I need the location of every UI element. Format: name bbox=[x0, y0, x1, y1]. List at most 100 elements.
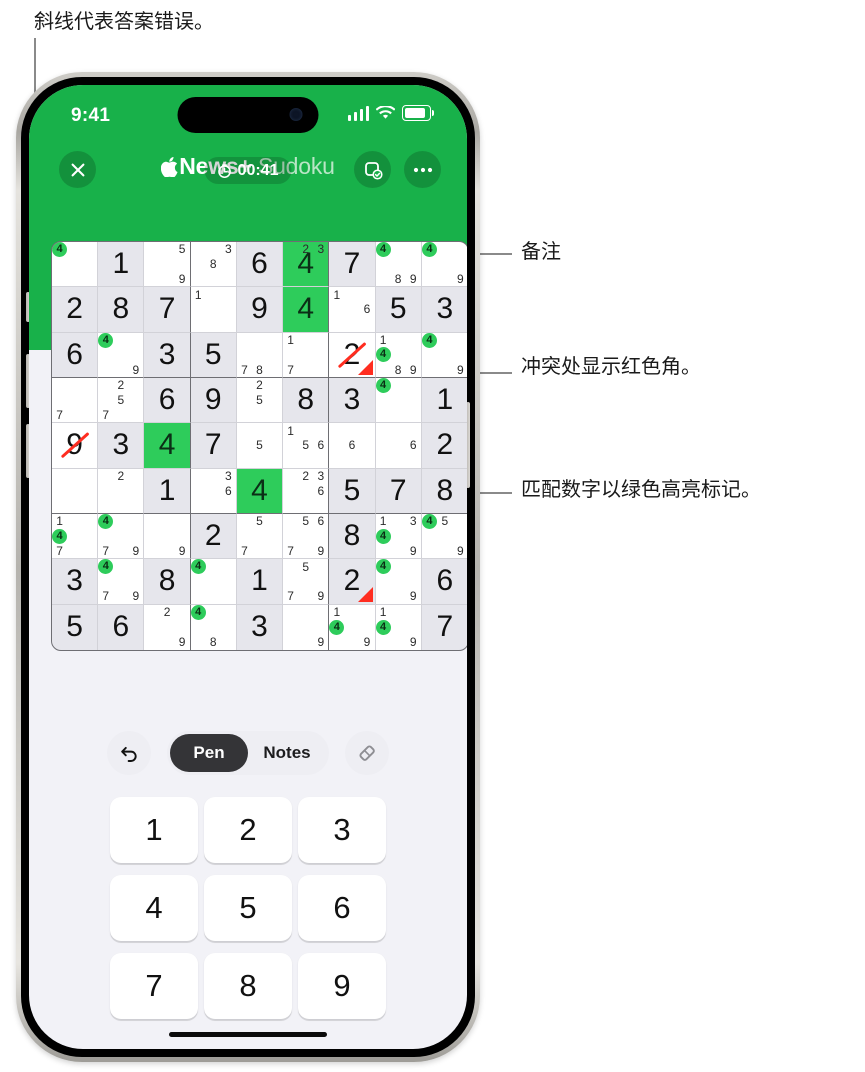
keypad-key-8[interactable]: 8 bbox=[204, 953, 292, 1019]
sudoku-cell-r3c6[interactable]: 17 bbox=[283, 332, 330, 378]
sudoku-cell-r3c1[interactable]: 6 bbox=[52, 332, 99, 378]
tab-notes[interactable]: Notes bbox=[248, 734, 326, 772]
sudoku-cell-r2c2[interactable]: 8 bbox=[98, 287, 145, 333]
sudoku-cell-r5c6[interactable]: 156 bbox=[283, 423, 330, 469]
sudoku-cell-r1c5[interactable]: 6 bbox=[236, 242, 284, 288]
sudoku-cell-r9c9[interactable]: 7 bbox=[421, 604, 467, 650]
sudoku-cell-r1c9[interactable]: 49 bbox=[421, 242, 467, 288]
sudoku-cell-r8c8[interactable]: 49 bbox=[375, 559, 422, 605]
home-indicator[interactable] bbox=[169, 1032, 327, 1037]
sudoku-cell-r6c1[interactable] bbox=[52, 468, 99, 514]
sudoku-cell-r2c9[interactable]: 3 bbox=[421, 287, 467, 333]
sudoku-cell-r2c1[interactable]: 2 bbox=[52, 287, 99, 333]
timer-pill[interactable]: 00:41 bbox=[204, 157, 292, 184]
sudoku-cell-r6c3[interactable]: 1 bbox=[144, 468, 191, 514]
sudoku-cell-r6c7[interactable]: 5 bbox=[329, 468, 376, 514]
sudoku-cell-r7c5[interactable]: 57 bbox=[236, 513, 284, 560]
sudoku-cell-r9c3[interactable]: 29 bbox=[144, 604, 191, 650]
sudoku-cell-r1c8[interactable]: 489 bbox=[375, 242, 422, 288]
more-options-icon[interactable] bbox=[404, 151, 441, 188]
tab-pen[interactable]: Pen bbox=[170, 734, 248, 772]
sudoku-cell-r7c4[interactable]: 2 bbox=[190, 513, 237, 560]
sudoku-cell-r9c1[interactable]: 5 bbox=[52, 604, 99, 650]
undo-arrow-icon[interactable] bbox=[107, 731, 151, 775]
eraser-icon[interactable] bbox=[345, 731, 389, 775]
sudoku-cell-r1c3[interactable]: 59 bbox=[144, 242, 191, 288]
sudoku-cell-r3c4[interactable]: 5 bbox=[190, 332, 237, 378]
keypad-key-7[interactable]: 7 bbox=[110, 953, 198, 1019]
sudoku-cell-r8c4[interactable]: 4 bbox=[190, 559, 237, 605]
sudoku-cell-r7c1[interactable]: 147 bbox=[52, 513, 99, 560]
sudoku-cell-r5c8[interactable]: 6 bbox=[375, 423, 422, 469]
save-puzzle-icon[interactable] bbox=[354, 151, 391, 188]
sudoku-cell-r5c9[interactable]: 2 bbox=[421, 423, 467, 469]
sudoku-cell-r2c7[interactable]: 16 bbox=[329, 287, 376, 333]
sudoku-cell-r9c4[interactable]: 48 bbox=[190, 604, 237, 650]
keypad-key-1[interactable]: 1 bbox=[110, 797, 198, 863]
sudoku-cell-r7c2[interactable]: 4 7 9 bbox=[98, 513, 145, 560]
sudoku-cell-r8c9[interactable]: 6 bbox=[421, 559, 467, 605]
sudoku-cell-r5c2[interactable]: 3 bbox=[98, 423, 145, 469]
sudoku-cell-r8c6[interactable]: 57 9 bbox=[283, 559, 330, 605]
sudoku-cell-r4c5[interactable]: 25 bbox=[236, 377, 284, 424]
sudoku-cell-r9c6[interactable]: 9 bbox=[283, 604, 330, 650]
sudoku-cell-r2c3[interactable]: 7 bbox=[144, 287, 191, 333]
sudoku-cell-r8c2[interactable]: 4 7 9 bbox=[98, 559, 145, 605]
keypad-key-3[interactable]: 3 bbox=[298, 797, 386, 863]
sudoku-cell-r3c3[interactable]: 3 bbox=[144, 332, 191, 378]
sudoku-board[interactable]: 4159386234748949287194165364935781721489… bbox=[51, 241, 467, 651]
sudoku-cell-r5c3[interactable]: 4 bbox=[144, 423, 191, 469]
sudoku-cell-r6c8[interactable]: 7 bbox=[375, 468, 422, 514]
sudoku-cell-r2c5[interactable]: 9 bbox=[236, 287, 284, 333]
keypad-key-6[interactable]: 6 bbox=[298, 875, 386, 941]
sudoku-cell-r9c8[interactable]: 14 9 bbox=[375, 604, 422, 650]
sudoku-cell-r3c7[interactable]: 2 bbox=[329, 332, 376, 378]
input-mode-segmented-control[interactable]: Pen Notes bbox=[167, 731, 329, 775]
sudoku-cell-r2c6[interactable]: 4 bbox=[283, 287, 330, 333]
sudoku-cell-r3c5[interactable]: 78 bbox=[236, 332, 284, 378]
sudoku-cell-r4c8[interactable]: 4 bbox=[375, 377, 422, 424]
keypad-key-5[interactable]: 5 bbox=[204, 875, 292, 941]
sudoku-cell-r8c3[interactable]: 8 bbox=[144, 559, 191, 605]
sudoku-cell-r4c7[interactable]: 3 bbox=[329, 377, 376, 424]
keypad-key-9[interactable]: 9 bbox=[298, 953, 386, 1019]
sudoku-cell-r4c3[interactable]: 6 bbox=[144, 377, 191, 424]
sudoku-cell-r1c6[interactable]: 234 bbox=[283, 242, 330, 288]
sudoku-cell-r4c6[interactable]: 8 bbox=[283, 377, 330, 424]
sudoku-cell-r9c5[interactable]: 3 bbox=[236, 604, 284, 650]
sudoku-cell-r9c2[interactable]: 6 bbox=[98, 604, 145, 650]
sudoku-cell-r5c4[interactable]: 7 bbox=[190, 423, 237, 469]
sudoku-cell-r1c7[interactable]: 7 bbox=[329, 242, 376, 288]
sudoku-cell-r7c3[interactable]: 9 bbox=[144, 513, 191, 560]
sudoku-cell-r7c6[interactable]: 56 7 9 bbox=[283, 513, 330, 560]
sudoku-cell-r7c7[interactable]: 8 bbox=[329, 513, 376, 560]
sudoku-cell-r8c1[interactable]: 3 bbox=[52, 559, 99, 605]
sudoku-cell-r2c4[interactable]: 1 bbox=[190, 287, 237, 333]
sudoku-cell-r6c5[interactable]: 4 bbox=[236, 468, 284, 514]
sudoku-cell-r5c7[interactable]: 6 bbox=[329, 423, 376, 469]
sudoku-cell-r5c1[interactable]: 9 bbox=[52, 423, 99, 469]
sudoku-cell-r5c5[interactable]: 5 bbox=[236, 423, 284, 469]
sudoku-cell-r6c6[interactable]: 236 bbox=[283, 468, 330, 514]
sudoku-cell-r4c4[interactable]: 9 bbox=[190, 377, 237, 424]
sudoku-cell-r3c2[interactable]: 49 bbox=[98, 332, 145, 378]
sudoku-cell-r2c8[interactable]: 5 bbox=[375, 287, 422, 333]
sudoku-cell-r6c4[interactable]: 36 bbox=[190, 468, 237, 514]
sudoku-cell-r6c2[interactable]: 2 bbox=[98, 468, 145, 514]
sudoku-cell-r1c4[interactable]: 38 bbox=[190, 242, 237, 288]
sudoku-cell-r8c5[interactable]: 1 bbox=[236, 559, 284, 605]
sudoku-cell-r9c7[interactable]: 14 9 bbox=[329, 604, 376, 650]
keypad-key-4[interactable]: 4 bbox=[110, 875, 198, 941]
sudoku-cell-r3c9[interactable]: 49 bbox=[421, 332, 467, 378]
sudoku-cell-r3c8[interactable]: 1489 bbox=[375, 332, 422, 378]
sudoku-cell-r8c7[interactable]: 2 bbox=[329, 559, 376, 605]
sudoku-cell-r1c1[interactable]: 4 bbox=[52, 242, 99, 288]
keypad-key-2[interactable]: 2 bbox=[204, 797, 292, 863]
sudoku-cell-r7c8[interactable]: 1 3 4 9 bbox=[375, 513, 422, 560]
sudoku-cell-r6c9[interactable]: 8 bbox=[421, 468, 467, 514]
number-keypad[interactable]: 123 456 789 bbox=[29, 797, 467, 1019]
sudoku-cell-r4c1[interactable]: 7 bbox=[52, 377, 99, 424]
sudoku-cell-r4c2[interactable]: 257 bbox=[98, 377, 145, 424]
sudoku-cell-r7c9[interactable]: 459 bbox=[421, 513, 467, 560]
sudoku-cell-r1c2[interactable]: 1 bbox=[98, 242, 145, 288]
